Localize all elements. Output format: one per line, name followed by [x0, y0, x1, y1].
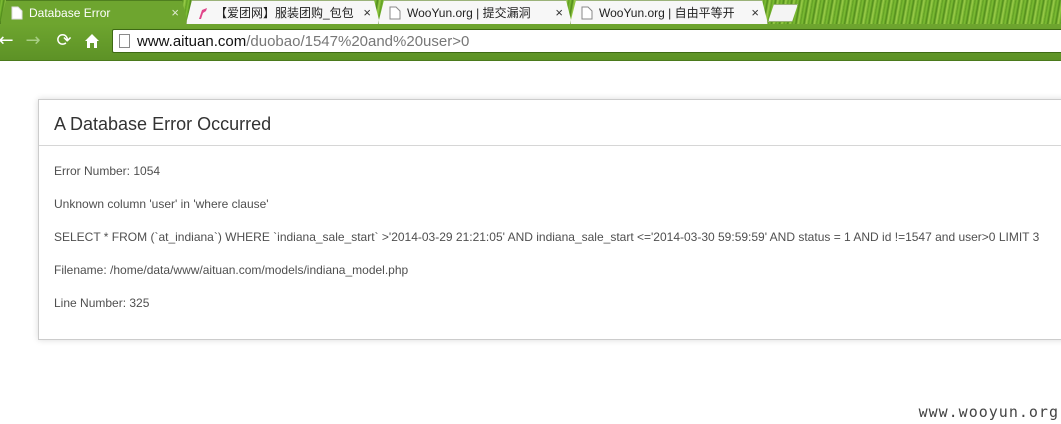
- tab-title: WooYun.org | 提交漏洞: [407, 6, 531, 20]
- page-icon: [389, 6, 401, 20]
- error-filename: Filename: /home/data/www/aituan.com/mode…: [54, 263, 409, 277]
- address-bar[interactable]: www.aituan.com/duobao/1547%20and%20user>…: [112, 29, 1061, 53]
- tab-title: WooYun.org | 自由平等开: [599, 6, 735, 20]
- divider: [39, 145, 1061, 146]
- tab-strip: Database Error × 【爱团网】服装团购_包包 × WooYun.o…: [0, 0, 1061, 24]
- url-host: www.aituan.com: [137, 32, 247, 50]
- reload-icon[interactable]: ⟳: [54, 31, 74, 51]
- page-icon: [11, 6, 23, 20]
- new-tab-button[interactable]: [768, 4, 798, 22]
- forward-arrow-icon[interactable]: →: [23, 31, 43, 51]
- url-path: /duobao/1547%20and%20user>0: [246, 32, 470, 50]
- tab-title: Database Error: [29, 5, 111, 20]
- high-heel-icon: [197, 6, 209, 20]
- close-icon[interactable]: ×: [555, 5, 563, 20]
- error-sql: SELECT * FROM (`at_indiana`) WHERE `indi…: [54, 230, 1040, 244]
- error-body: Error Number: 1054 Unknown column 'user'…: [39, 163, 1061, 311]
- watermark: www.wooyun.org: [918, 403, 1059, 421]
- tab-database-error[interactable]: Database Error ×: [0, 0, 188, 24]
- back-arrow-icon[interactable]: ←: [0, 31, 16, 51]
- error-panel: A Database Error Occurred Error Number: …: [38, 99, 1061, 340]
- close-icon[interactable]: ×: [751, 5, 759, 20]
- close-icon[interactable]: ×: [363, 5, 371, 20]
- tab-wooyun-submit[interactable]: WooYun.org | 提交漏洞 ×: [378, 0, 572, 24]
- page-icon: [119, 34, 130, 48]
- page-icon: [581, 6, 593, 20]
- browser-toolbar: ← → ⟳ www.aituan.com/duobao/1547%20and%2…: [0, 24, 1061, 61]
- error-number: Error Number: 1054: [54, 164, 161, 178]
- home-icon[interactable]: [82, 31, 102, 51]
- url-text[interactable]: www.aituan.com/duobao/1547%20and%20user>…: [137, 33, 469, 50]
- error-message: Unknown column 'user' in 'where clause': [54, 197, 269, 211]
- error-line-number: Line Number: 325: [54, 296, 150, 310]
- error-heading: A Database Error Occurred: [54, 114, 272, 134]
- tab-wooyun-home[interactable]: WooYun.org | 自由平等开 ×: [570, 0, 768, 24]
- tab-aituan[interactable]: 【爱团网】服装团购_包包 ×: [186, 0, 380, 24]
- close-icon[interactable]: ×: [171, 5, 179, 20]
- tab-title: 【爱团网】服装团购_包包: [215, 6, 354, 20]
